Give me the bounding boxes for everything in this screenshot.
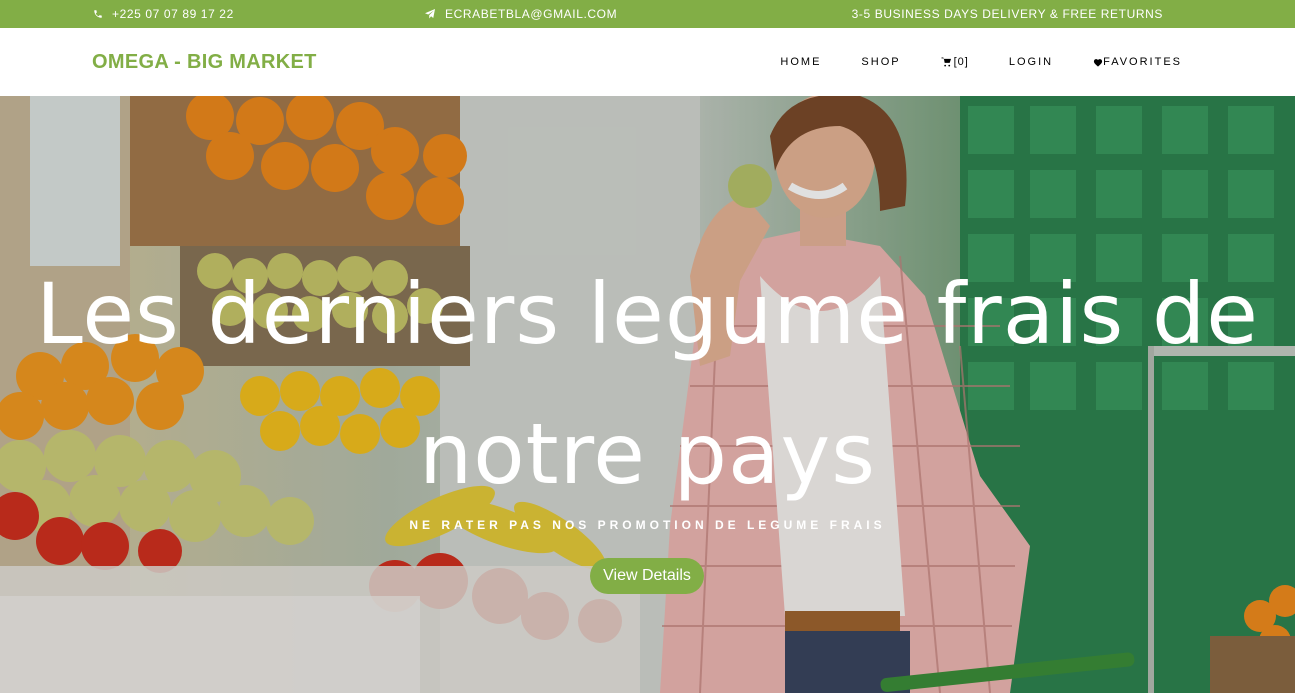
delivery-text: 3-5 Business days delivery & Free Return… (851, 7, 1163, 21)
hero-subtitle: NE RATER PAS NOS PROMOTION DE LEGUME FRA… (409, 518, 886, 532)
cart-icon (941, 57, 951, 67)
cart-count: [0] (953, 56, 969, 68)
nav-item-cart: [0] (941, 56, 969, 68)
nav-item-home: HOME (780, 56, 821, 68)
nav-link-cart[interactable]: [0] (941, 56, 969, 68)
phone-info: +225 07 07 89 17 22 (93, 0, 234, 28)
nav-link-login[interactable]: LOGIN (1009, 56, 1053, 68)
paper-plane-icon (425, 9, 435, 19)
hero-title: Les derniers legume frais de notre pays (36, 265, 1259, 503)
phone-icon (94, 10, 102, 18)
email-address: ecrabetbla@gmail.com (445, 7, 618, 21)
delivery-info: 3-5 Business days delivery & Free Return… (852, 0, 1163, 28)
favorites-label: FAVORITES (1103, 56, 1182, 68)
nav-menu: HOME SHOP [0] LOGIN FAVORITES (740, 28, 1182, 96)
nav-item-shop: SHOP (861, 56, 900, 68)
nav-link-favorites[interactable]: FAVORITES (1093, 56, 1182, 68)
nav-item-login: LOGIN (1009, 56, 1053, 68)
brand-logo[interactable]: OMEGA - BIG MARKET (92, 28, 317, 96)
email-info: ecrabetbla@gmail.com (424, 0, 617, 28)
nav-link-home[interactable]: HOME (780, 56, 821, 68)
hero-banner: Les derniers legume frais de notre pays … (0, 96, 1295, 693)
view-details-button[interactable]: View Details (590, 558, 704, 594)
nav-link-shop[interactable]: SHOP (861, 56, 900, 68)
main-navbar: OMEGA - BIG MARKET HOME SHOP [0] LOGIN F… (0, 28, 1295, 96)
top-info-bar: +225 07 07 89 17 22 ecrabetbla@gmail.com… (0, 0, 1295, 28)
heart-icon (1093, 58, 1103, 67)
phone-number: +225 07 07 89 17 22 (112, 7, 234, 21)
nav-item-favorites: FAVORITES (1093, 56, 1182, 68)
